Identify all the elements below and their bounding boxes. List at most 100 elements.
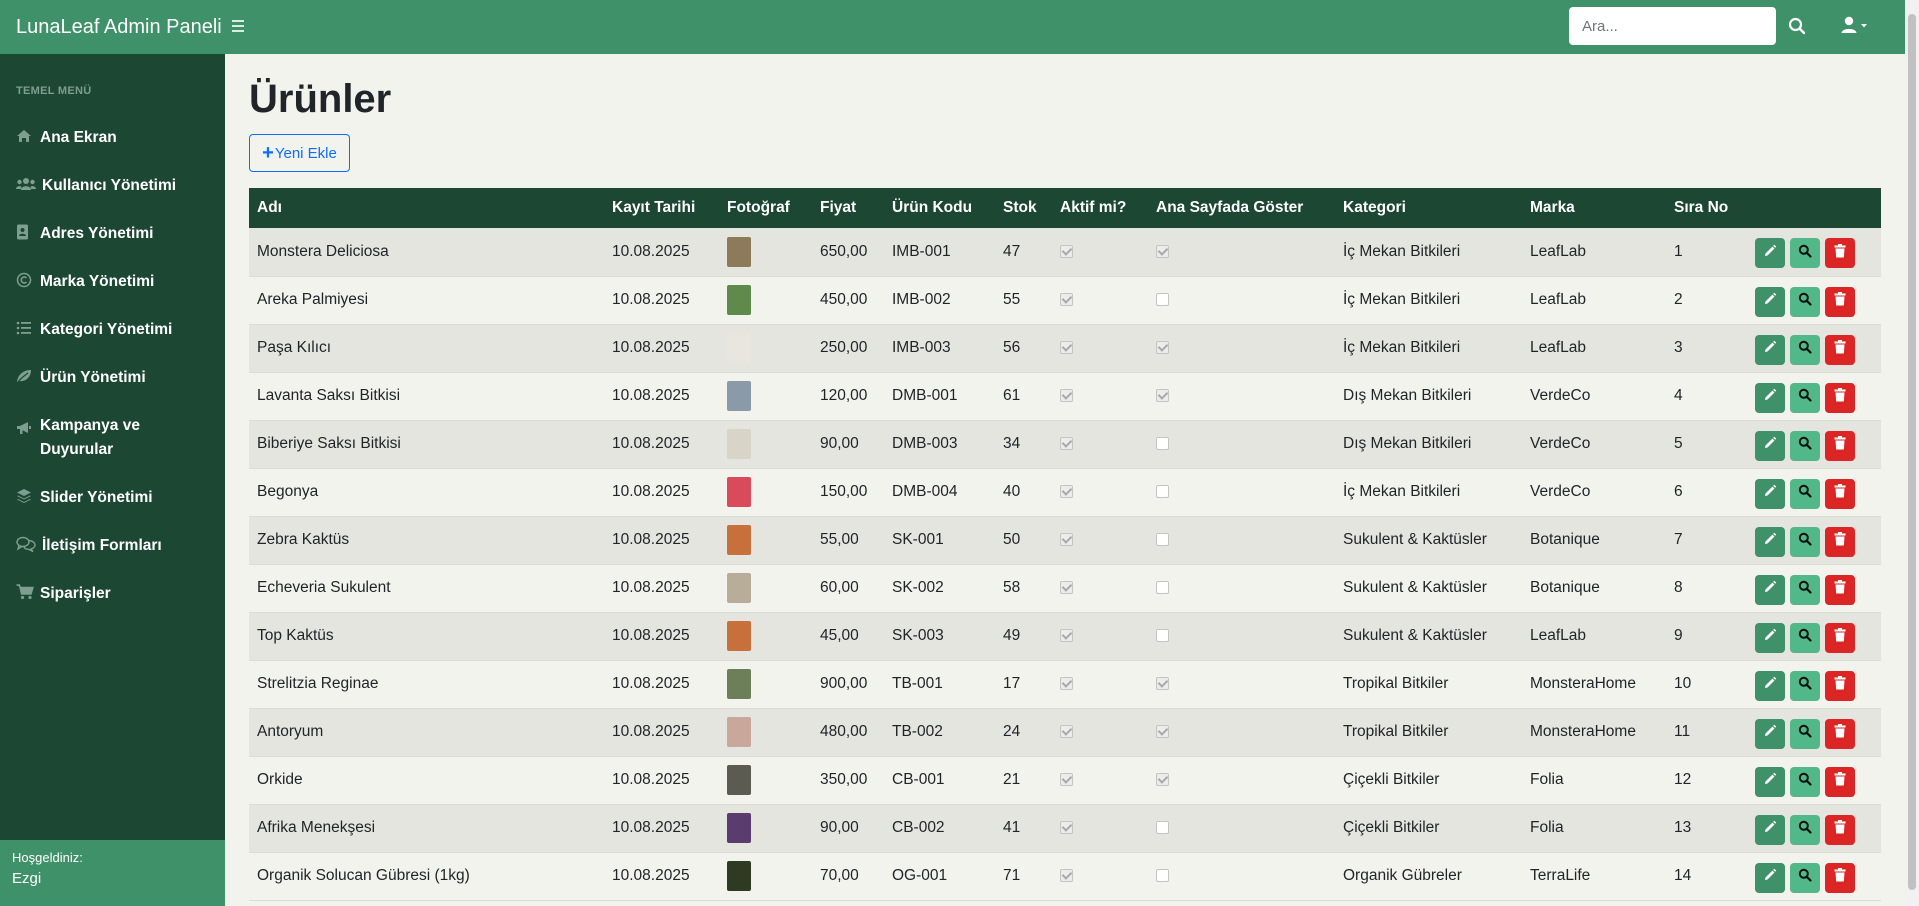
delete-button[interactable] xyxy=(1825,382,1855,413)
sidebar-item-label: Ürün Yönetimi xyxy=(40,369,146,386)
view-button[interactable] xyxy=(1790,382,1820,413)
column-header[interactable]: Adı xyxy=(249,188,604,228)
view-button[interactable] xyxy=(1790,718,1820,749)
sidebar-item-slider[interactable]: Slider Yönetimi xyxy=(16,486,180,510)
column-header[interactable]: Sıra No xyxy=(1666,188,1747,228)
sidebar-item-home[interactable]: Ana Ekran xyxy=(16,126,180,150)
delete-button[interactable] xyxy=(1825,862,1855,893)
view-button[interactable] xyxy=(1790,526,1820,557)
search-icon xyxy=(1798,628,1812,647)
page-scrollbar[interactable] xyxy=(1905,0,1919,906)
product-stock: 49 xyxy=(1003,627,1021,644)
sidebar-item-categories[interactable]: Kategori Yönetimi xyxy=(16,318,180,342)
product-category: Sukulent & Kaktüsler xyxy=(1343,627,1487,644)
app-brand[interactable]: LunaLeaf Admin Paneli xyxy=(16,0,222,54)
sidebar-item-products[interactable]: Ürün Yönetimi xyxy=(16,366,180,390)
edit-button[interactable] xyxy=(1755,670,1785,701)
delete-button[interactable] xyxy=(1825,718,1855,749)
delete-button[interactable] xyxy=(1825,574,1855,605)
scrollbar-thumb[interactable] xyxy=(1908,14,1916,890)
edit-button[interactable] xyxy=(1755,622,1785,653)
delete-button[interactable] xyxy=(1825,238,1855,269)
product-stock: 34 xyxy=(1003,435,1021,452)
active-cell xyxy=(1052,612,1148,660)
homepage-checkbox xyxy=(1156,677,1169,690)
row-actions xyxy=(1747,468,1881,516)
view-button[interactable] xyxy=(1790,766,1820,797)
column-header[interactable]: Stok xyxy=(995,188,1052,228)
column-header[interactable]: Ana Sayfada Göster xyxy=(1148,188,1335,228)
edit-button[interactable] xyxy=(1755,862,1785,893)
product-brand: LeafLab xyxy=(1530,627,1587,644)
product-code: DMB-004 xyxy=(892,483,958,500)
sidebar-item-campaigns[interactable]: Kampanya ve Duyurular xyxy=(16,414,180,462)
edit-button[interactable] xyxy=(1755,526,1785,557)
edit-button[interactable] xyxy=(1755,286,1785,317)
search-icon xyxy=(1798,436,1812,455)
add-new-button[interactable]: + Yeni Ekle xyxy=(249,134,350,172)
edit-button[interactable] xyxy=(1755,574,1785,605)
edit-button[interactable] xyxy=(1755,430,1785,461)
edit-button[interactable] xyxy=(1755,334,1785,365)
product-code: TB-001 xyxy=(892,675,943,692)
product-date: 10.08.2025 xyxy=(612,867,690,884)
sidebar-item-users[interactable]: Kullanıcı Yönetimi xyxy=(16,174,182,198)
column-header[interactable]: Marka xyxy=(1522,188,1666,228)
product-code: SK-002 xyxy=(892,579,944,596)
view-button[interactable] xyxy=(1790,862,1820,893)
delete-button[interactable] xyxy=(1825,526,1855,557)
sidebar-item-brands[interactable]: Marka Yönetimi xyxy=(16,270,180,294)
homepage-checkbox xyxy=(1156,629,1169,642)
view-button[interactable] xyxy=(1790,238,1820,269)
edit-button[interactable] xyxy=(1755,814,1785,845)
sidebar-item-addresses[interactable]: Adres Yönetimi xyxy=(16,222,180,246)
delete-button[interactable] xyxy=(1825,286,1855,317)
column-header[interactable]: Aktif mi? xyxy=(1052,188,1148,228)
product-stock: 40 xyxy=(1003,483,1021,500)
product-price: 350,00 xyxy=(820,771,868,788)
view-button[interactable] xyxy=(1790,334,1820,365)
delete-button[interactable] xyxy=(1825,814,1855,845)
sidebar-item-contact-forms[interactable]: İletişim Formları xyxy=(16,534,182,558)
search-icon xyxy=(1788,17,1806,35)
users-icon xyxy=(16,175,40,193)
trash-icon xyxy=(1834,820,1846,839)
delete-button[interactable] xyxy=(1825,670,1855,701)
column-header[interactable]: Ürün Kodu xyxy=(884,188,995,228)
view-button[interactable] xyxy=(1790,430,1820,461)
column-header[interactable]: Kayıt Tarihi xyxy=(604,188,719,228)
product-photo xyxy=(727,717,751,747)
edit-button[interactable] xyxy=(1755,766,1785,797)
sidebar-item-orders[interactable]: Siparişler xyxy=(16,582,180,606)
edit-button[interactable] xyxy=(1755,478,1785,509)
delete-button[interactable] xyxy=(1825,478,1855,509)
search-input[interactable] xyxy=(1569,7,1776,45)
column-header[interactable]: Fiyat xyxy=(812,188,884,228)
edit-button[interactable] xyxy=(1755,718,1785,749)
view-button[interactable] xyxy=(1790,286,1820,317)
delete-button[interactable] xyxy=(1825,622,1855,653)
active-cell xyxy=(1052,852,1148,900)
product-category: Tropikal Bitkiler xyxy=(1343,675,1449,692)
view-button[interactable] xyxy=(1790,622,1820,653)
edit-button[interactable] xyxy=(1755,382,1785,413)
edit-button[interactable] xyxy=(1755,238,1785,269)
column-header[interactable]: Kategori xyxy=(1335,188,1522,228)
product-code: CB-002 xyxy=(892,819,945,836)
product-photo-cell xyxy=(719,756,812,804)
active-cell xyxy=(1052,660,1148,708)
view-button[interactable] xyxy=(1790,574,1820,605)
product-stock: 55 xyxy=(1003,291,1021,308)
search-button[interactable] xyxy=(1784,12,1810,40)
delete-button[interactable] xyxy=(1825,334,1855,365)
user-menu-button[interactable] xyxy=(1840,14,1874,40)
sidebar-toggle-icon[interactable] xyxy=(232,17,246,37)
view-button[interactable] xyxy=(1790,478,1820,509)
view-button[interactable] xyxy=(1790,814,1820,845)
delete-button[interactable] xyxy=(1825,766,1855,797)
product-photo-cell xyxy=(719,660,812,708)
view-button[interactable] xyxy=(1790,670,1820,701)
column-header[interactable]: Fotoğraf xyxy=(719,188,812,228)
delete-button[interactable] xyxy=(1825,430,1855,461)
product-brand: Botanique xyxy=(1530,579,1600,596)
